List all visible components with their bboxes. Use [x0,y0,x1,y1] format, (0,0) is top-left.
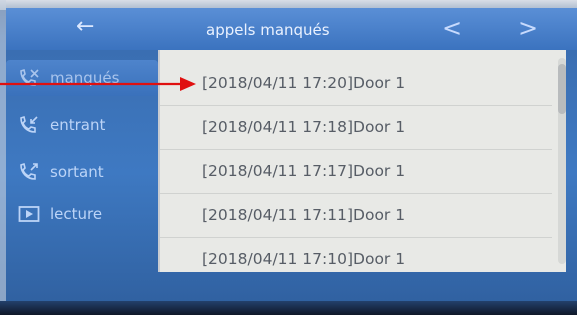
sidebar-item-missed[interactable]: manqués [6,60,158,96]
incoming-call-icon [20,115,38,133]
list-item[interactable]: [2018/04/11 17:17]Door 1 [160,149,552,194]
sidebar: manqués entrant sortant lecture [6,50,158,300]
page-title: appels manqués [206,21,330,39]
call-entry-text: [2018/04/11 17:17]Door 1 [202,162,406,180]
sidebar-item-label: manqués [50,69,120,87]
sidebar-item-label: sortant [50,163,104,181]
chevron-left-icon[interactable]: < [442,14,462,42]
play-icon [18,206,40,222]
chevron-right-icon[interactable]: > [518,14,538,42]
call-entry-text: [2018/04/11 17:18]Door 1 [202,118,406,136]
scrollbar[interactable] [558,58,566,264]
sidebar-item-outgoing[interactable]: sortant [6,154,158,190]
scrollbar-thumb[interactable] [558,64,566,114]
list-item[interactable]: [2018/04/11 17:10]Door 1 [160,237,552,281]
back-arrow-icon[interactable]: ← [76,14,94,39]
call-list: [2018/04/11 17:20]Door 1 [2018/04/11 17:… [158,50,566,272]
outgoing-call-icon [20,162,38,180]
missed-call-icon [20,68,39,86]
sidebar-item-incoming[interactable]: entrant [6,107,158,143]
call-entry-text: [2018/04/11 17:11]Door 1 [202,206,406,224]
top-bar: ← appels manqués < > [6,8,577,50]
call-entry-text: [2018/04/11 17:10]Door 1 [202,250,406,268]
sidebar-item-label: entrant [50,116,106,134]
sidebar-item-label: lecture [50,205,103,223]
call-entry-text: [2018/04/11 17:20]Door 1 [202,74,406,92]
bezel-bottom [0,301,577,315]
list-item[interactable]: [2018/04/11 17:18]Door 1 [160,105,552,150]
list-item[interactable]: [2018/04/11 17:11]Door 1 [160,193,552,238]
list-item[interactable]: [2018/04/11 17:20]Door 1 [160,61,552,106]
sidebar-item-playback[interactable]: lecture [6,196,158,232]
